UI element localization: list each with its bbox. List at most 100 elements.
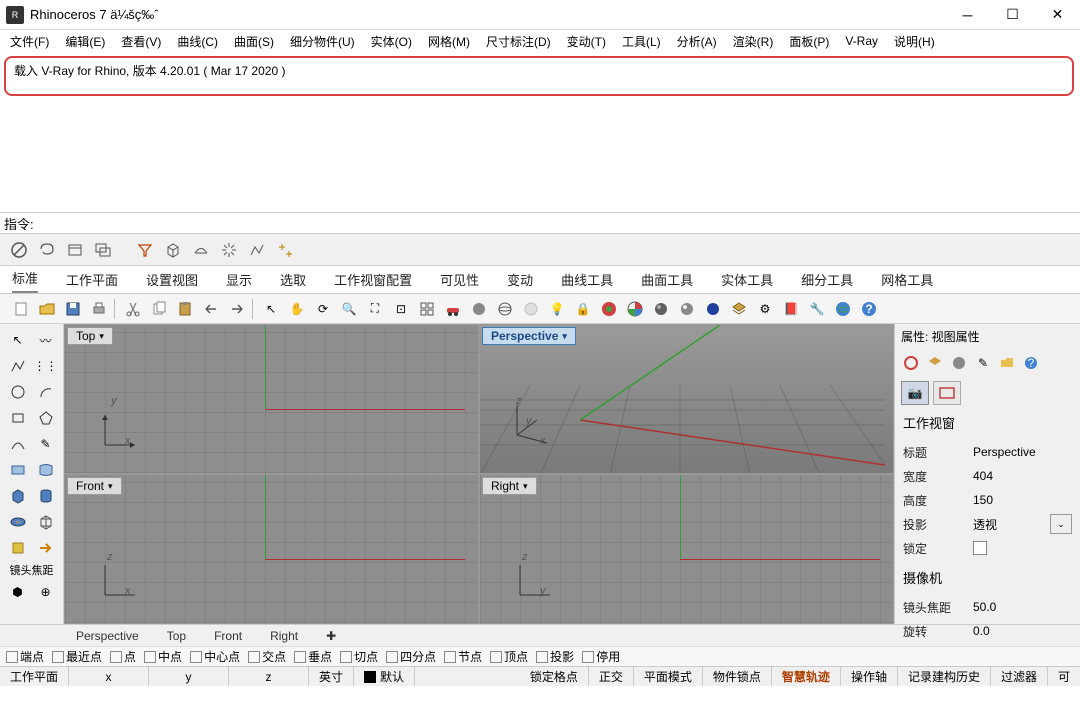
command-input[interactable] — [38, 216, 1076, 230]
filter-icon[interactable] — [134, 239, 156, 261]
tab-standard[interactable]: 标准 — [12, 268, 38, 293]
copy-icon[interactable] — [148, 298, 170, 320]
sphere-icon[interactable] — [650, 298, 672, 320]
props-pen-icon[interactable]: ✎ — [973, 353, 993, 373]
rect-icon[interactable] — [6, 406, 30, 430]
viewport-perspective-label[interactable]: Perspective▾ — [482, 327, 576, 345]
mesh-icon[interactable] — [34, 510, 58, 534]
shaded-icon[interactable] — [468, 298, 490, 320]
field-width[interactable]: 404 — [973, 467, 1072, 485]
lock-checkbox[interactable] — [973, 541, 987, 555]
zoom-icon[interactable]: 🔍 — [338, 298, 360, 320]
panel-tab-camera[interactable]: 📷 — [901, 381, 929, 405]
globe-icon[interactable] — [832, 298, 854, 320]
menu-render[interactable]: 渲染(R) — [727, 31, 780, 52]
stop-icon[interactable] — [8, 239, 30, 261]
status-planar[interactable]: 平面模式 — [634, 667, 703, 686]
viewport-front[interactable]: x z Front▾ — [65, 475, 478, 623]
osnap-knot-check[interactable] — [444, 651, 456, 663]
field-height[interactable]: 150 — [973, 491, 1072, 509]
props-circle-icon[interactable] — [901, 353, 921, 373]
arc-icon[interactable] — [34, 380, 58, 404]
menu-subd[interactable]: 细分物件(U) — [284, 31, 361, 52]
osnap-quad-check[interactable] — [386, 651, 398, 663]
menu-surface[interactable]: 曲面(S) — [228, 31, 280, 52]
window-icon[interactable] — [64, 239, 86, 261]
polyline-icon[interactable] — [6, 354, 30, 378]
btab-top[interactable]: Top — [161, 627, 192, 645]
viewport-perspective[interactable]: x y z Perspective▾ — [480, 325, 893, 473]
tab-curvetools[interactable]: 曲线工具 — [561, 270, 613, 293]
gear-icon[interactable]: ⚙ — [754, 298, 776, 320]
points-icon[interactable]: ⋮⋮ — [34, 354, 58, 378]
props-layers-icon[interactable] — [925, 353, 945, 373]
field-focal[interactable]: 50.0 — [973, 598, 1072, 616]
windows-icon[interactable] — [92, 239, 114, 261]
misc2-icon[interactable]: ⊕ — [34, 580, 58, 604]
menu-help[interactable]: 说明(H) — [888, 31, 941, 52]
menu-transform[interactable]: 变动(T) — [561, 31, 612, 52]
field-projection[interactable]: 透视 — [973, 514, 1050, 535]
field-title[interactable]: Perspective — [973, 443, 1072, 461]
pointer-icon[interactable]: ↖ — [260, 298, 282, 320]
menu-dimension[interactable]: 尺寸标注(D) — [480, 31, 557, 52]
polygon-icon[interactable] — [34, 406, 58, 430]
status-history[interactable]: 记录建构历史 — [898, 667, 991, 686]
burst-icon[interactable] — [218, 239, 240, 261]
viewport-top[interactable]: x y Top▾ — [65, 325, 478, 473]
car-icon[interactable] — [442, 298, 464, 320]
ghosted-icon[interactable] — [520, 298, 542, 320]
status-units[interactable]: 英寸 — [309, 667, 354, 686]
maximize-button[interactable]: ☐ — [990, 0, 1035, 30]
box-icon[interactable] — [162, 239, 184, 261]
menu-panels[interactable]: 面板(P) — [783, 31, 835, 52]
undo-icon[interactable] — [200, 298, 222, 320]
osnap-disable-check[interactable] — [582, 651, 594, 663]
paste-icon[interactable] — [174, 298, 196, 320]
loft-icon[interactable] — [34, 458, 58, 482]
props-help-icon[interactable]: ? — [1021, 353, 1041, 373]
minimize-button[interactable]: ─ — [945, 0, 990, 30]
select-icon[interactable]: ↖ — [6, 328, 30, 352]
osnap-int-check[interactable] — [248, 651, 260, 663]
wireframe-icon[interactable] — [494, 298, 516, 320]
lines-icon[interactable] — [246, 239, 268, 261]
tab-solidtools[interactable]: 实体工具 — [721, 270, 773, 293]
panel-tab-rect[interactable] — [933, 381, 961, 405]
menu-file[interactable]: 文件(F) — [4, 31, 55, 52]
four-view-icon[interactable] — [416, 298, 438, 320]
tab-select[interactable]: 选取 — [280, 270, 306, 293]
arrow-icon[interactable] — [34, 536, 58, 560]
osnap-cen-check[interactable] — [190, 651, 202, 663]
osnap-proj-check[interactable] — [536, 651, 548, 663]
osnap-mid-check[interactable] — [144, 651, 156, 663]
tab-visibility[interactable]: 可见性 — [440, 270, 479, 293]
osnap-vert-check[interactable] — [490, 651, 502, 663]
layers-icon[interactable] — [728, 298, 750, 320]
color-icon[interactable] — [624, 298, 646, 320]
help-icon[interactable]: ? — [858, 298, 880, 320]
wrench-icon[interactable]: 🔧 — [806, 298, 828, 320]
osnap-perp-check[interactable] — [294, 651, 306, 663]
print-icon[interactable] — [88, 298, 110, 320]
menu-curve[interactable]: 曲线(C) — [171, 31, 224, 52]
status-cplane[interactable]: 工作平面 — [0, 667, 69, 686]
lock-icon[interactable]: 🔒 — [572, 298, 594, 320]
btab-perspective[interactable]: Perspective — [70, 627, 145, 645]
viewport-front-label[interactable]: Front▾ — [67, 477, 122, 495]
open-icon[interactable] — [36, 298, 58, 320]
book-icon[interactable]: 📕 — [780, 298, 802, 320]
circle-icon[interactable] — [6, 380, 30, 404]
tab-setview[interactable]: 设置视图 — [146, 270, 198, 293]
render-icon[interactable] — [598, 298, 620, 320]
sparkles-icon[interactable] — [274, 239, 296, 261]
rotate-view-icon[interactable]: ⟳ — [312, 298, 334, 320]
viewport-top-label[interactable]: Top▾ — [67, 327, 113, 345]
menu-edit[interactable]: 编辑(E) — [59, 31, 111, 52]
pan-icon[interactable]: ✋ — [286, 298, 308, 320]
cut-icon[interactable] — [122, 298, 144, 320]
puzzle-icon[interactable] — [6, 536, 30, 560]
status-ortho[interactable]: 正交 — [589, 667, 634, 686]
status-smarttrack[interactable]: 智慧轨迹 — [772, 667, 841, 686]
props-sphere-icon[interactable] — [949, 353, 969, 373]
